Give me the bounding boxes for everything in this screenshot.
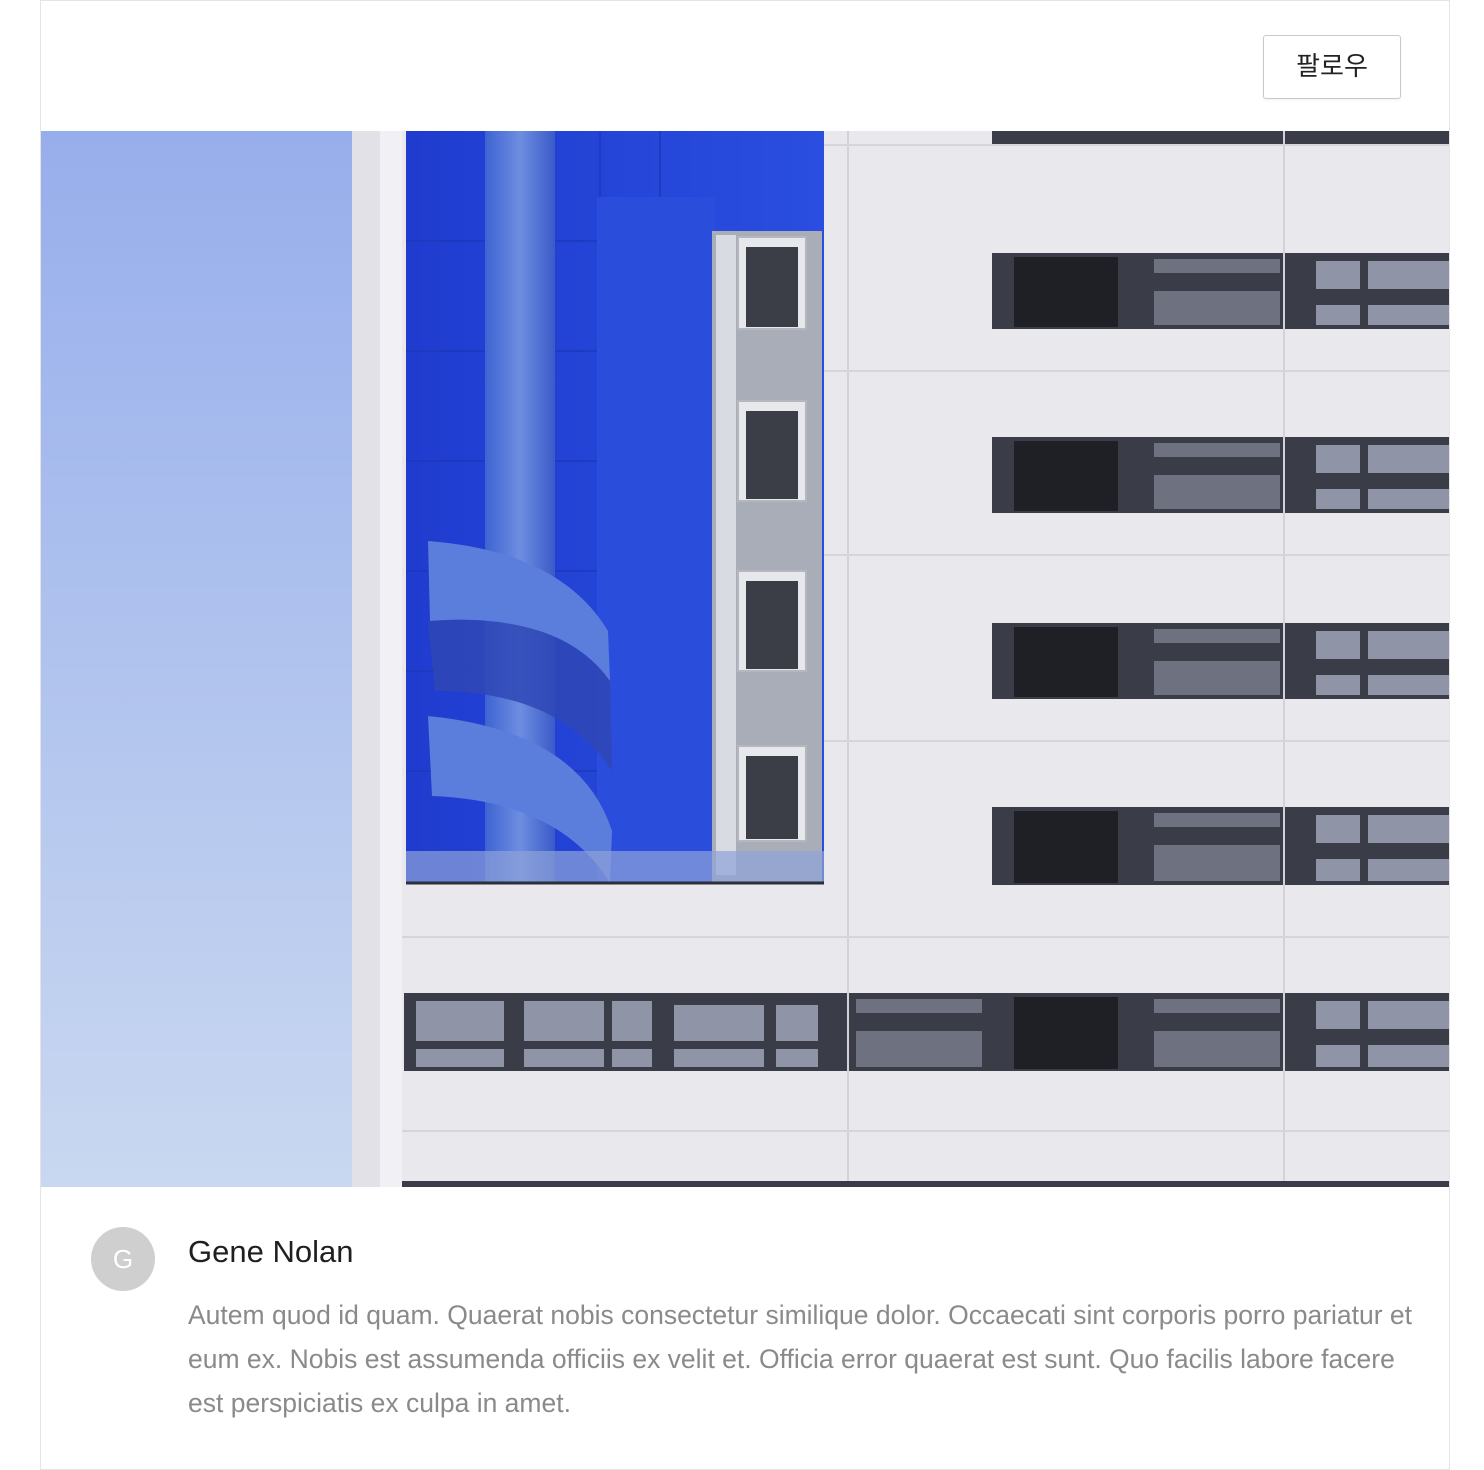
author-name[interactable]: Gene Nolan: [188, 1233, 353, 1271]
hero-image: [41, 131, 1449, 1187]
post-text: Autem quod id quam. Quaerat nobis consec…: [188, 1300, 1413, 1418]
follow-button[interactable]: 팔로우: [1263, 35, 1401, 99]
card-header: 팔로우: [41, 1, 1449, 131]
post-body: G Gene Nolan Autem quod id quam. Quaerat…: [41, 1187, 1449, 1469]
post-card: 팔로우 G Gene Nolan Autem quod id quam. Qua…: [40, 0, 1450, 1470]
avatar[interactable]: G: [91, 1227, 155, 1291]
sky: [41, 131, 360, 1187]
